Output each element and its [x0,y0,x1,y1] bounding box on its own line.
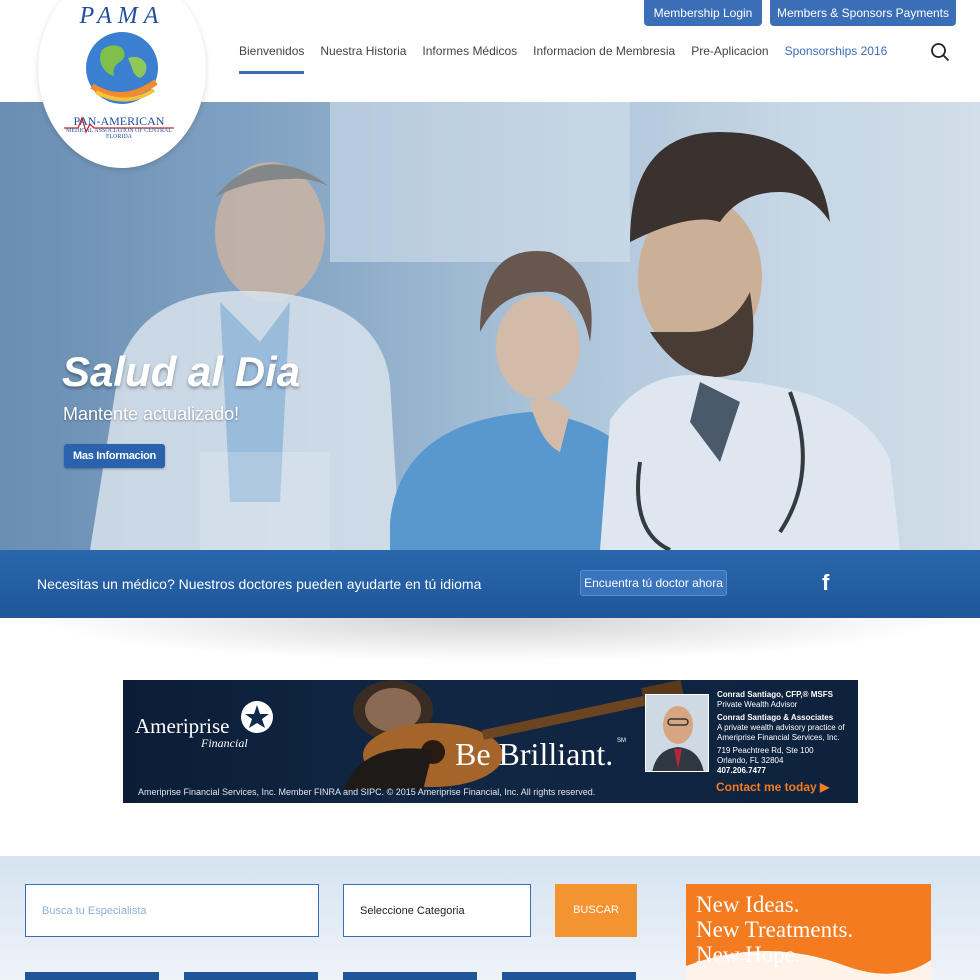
promo-line-1: New Ideas. [696,892,800,917]
nav-item-sponsorships[interactable]: Sponsorships 2016 [785,44,888,74]
category-tile[interactable] [343,972,477,980]
find-doctor-band: Necesitas un médico? Nuestros doctores p… [0,550,980,618]
page: { "header": { "logo": { "acronym": "PAMA… [0,0,980,980]
advisor-address-2: Orlando, FL 32804 [717,756,784,765]
membership-login-button[interactable]: Membership Login [644,0,762,26]
payments-button[interactable]: Members & Sponsors Payments [770,0,956,26]
hero-title: Salud al Dia [62,348,301,395]
promo-line-3: New Hope. [696,942,801,967]
advisor-firm-desc: A private wealth advisory practice of Am… [717,723,845,742]
nav-item-informes-medicos[interactable]: Informes Médicos [422,44,517,74]
more-info-button[interactable]: Mas Informacion [64,444,165,468]
hero-subtitle: Mantente actualizado! [63,404,240,424]
category-tile[interactable] [184,972,318,980]
advisor-photo [645,694,709,772]
buscar-button[interactable]: BUSCAR [555,884,637,937]
contact-me-link[interactable]: Contact me today ▶ [716,780,829,794]
category-tile[interactable] [502,972,636,980]
globe-logo-icon [86,32,158,104]
logo-acronym: PAMA [79,3,165,29]
ad-legal-text: Ameriprise Financial Services, Inc. Memb… [138,787,596,797]
logo-subtitle: MEDICAL ASSOCIATION OF CENTRAL FLORIDA [66,128,172,140]
band-text: Necesitas un médico? Nuestros doctores p… [37,576,482,592]
nav-item-nuestra-historia[interactable]: Nuestra Historia [320,44,406,74]
advisor-name: Conrad Santiago, CFP,® MSFS [717,690,833,699]
category-tile[interactable] [25,972,159,980]
advisor-address-1: 719 Peachtree Rd, Ste 100 [717,746,814,755]
hero-banner: Salud al Dia Mantente actualizado! Mas I… [0,102,980,550]
band-shadow [30,618,950,662]
advisor-phone: 407.206.7477 [717,766,766,775]
guitarist-photo [343,680,684,790]
nav-item-bienvenidos[interactable]: Bienvenidos [239,44,305,74]
search-icon[interactable] [930,42,950,62]
nav-item-pre-aplicacion[interactable]: Pre-Aplicacion [691,44,768,74]
ameriprise-ad-banner[interactable]: Ameriprise Financial Be Brilliant. SM Co… [123,680,858,803]
advisor-firm: Conrad Santiago & Associates [717,713,834,722]
facebook-icon[interactable]: f [822,570,836,595]
main-nav: Bienvenidos Nuestra Historia Informes Mé… [239,44,903,74]
ad-slogan: Be Brilliant. [455,736,614,772]
find-doctor-button[interactable]: Encuentra tú doctor ahora [580,570,727,596]
nav-item-membresia[interactable]: Informacion de Membresia [533,44,675,74]
ameriprise-star-icon [241,701,273,733]
category-select[interactable]: Seleccione Categoria [343,884,531,937]
specialist-search-input[interactable]: Busca tu Especialista [25,884,319,937]
ad-slogan-mark: SM [617,738,626,744]
promo-line-2: New Treatments. [696,917,854,942]
advisor-info: Conrad Santiago, CFP,® MSFS Private Weal… [717,690,857,776]
logo-name: PAN-AMERICAN [73,114,165,128]
ad-brand-line2: Financial [201,736,248,750]
advisor-title: Private Wealth Advisor [717,700,798,709]
promo-banner[interactable]: New Ideas. New Treatments. New Hope. [686,884,931,980]
doctors-photo [0,102,980,550]
